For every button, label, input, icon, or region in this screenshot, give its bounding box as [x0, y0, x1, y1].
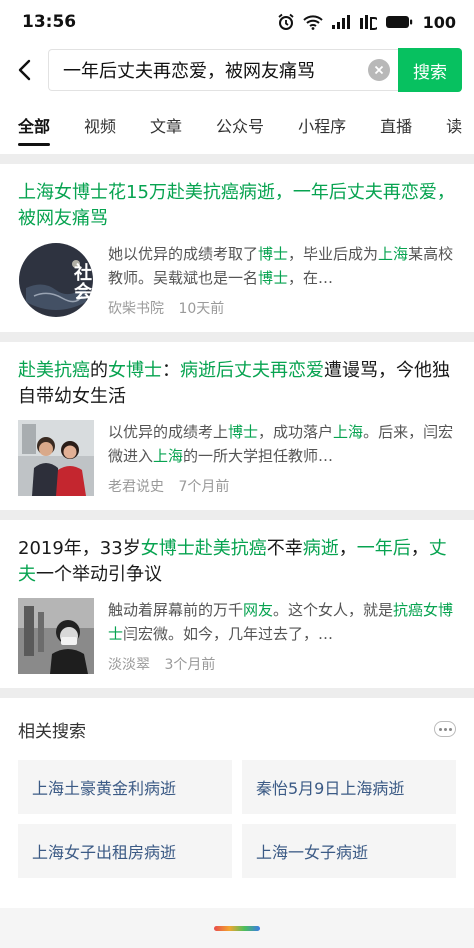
- result-card[interactable]: 赴美抗癌的女博士：病逝后丈夫再恋爱遭谩骂，今他独自带幼女生活 以优异的成绩考上博…: [0, 342, 474, 510]
- title-fragment: 一个举动引争议: [36, 564, 162, 585]
- more-options-icon[interactable]: [434, 721, 456, 737]
- thumbnail-image: [18, 420, 94, 496]
- result-text: 她以优异的成绩考取了博士，毕业后成为上海某高校教师。吴载斌也是一名博士，在… 砍…: [108, 242, 456, 318]
- snippet-fragment: 以优异的成绩考上: [108, 423, 229, 441]
- title-highlight: 病逝后丈夫再恋爱: [180, 360, 324, 381]
- result-title[interactable]: 2019年，33岁女博士赴美抗癌不幸病逝，一年后，丈夫一个举动引争议: [18, 536, 456, 588]
- hd-signal-icon: [359, 14, 377, 30]
- snippet-highlight: 上海: [153, 447, 184, 465]
- cellular-signal-icon: [331, 14, 351, 30]
- result-time: 10天前: [178, 301, 225, 317]
- related-grid: 上海土豪黄金利病逝 秦怡5月9日上海病逝 上海女子出租房病逝 上海一女子病逝: [18, 760, 456, 878]
- tab-reading[interactable]: 读: [446, 96, 462, 154]
- snippet-highlight: 博士: [258, 269, 289, 287]
- system-nav-bar: [0, 908, 474, 948]
- snippet-fragment: 闫宏微。如今，几年过去了，…: [123, 625, 334, 643]
- search-input[interactable]: 一年后丈夫再恋爱，被网友痛骂: [48, 49, 398, 91]
- title-fragment: 上海女博士花15万赴美抗癌病逝，一年后丈夫再恋爱，被网友痛骂: [18, 182, 455, 229]
- status-icons: 100: [277, 13, 456, 32]
- battery-percent: 100: [422, 12, 456, 32]
- snippet-highlight: 博士: [258, 245, 289, 263]
- result-meta: 老君说史 7个月前: [108, 476, 456, 496]
- result-text: 以优异的成绩考上博士，成功落户上海。后来，闫宏微进入上海的一所大学担任教师… 老…: [108, 420, 456, 496]
- title-highlight: 一年后: [356, 538, 411, 559]
- related-title: 相关搜索: [18, 721, 86, 742]
- title-fragment: ：: [162, 360, 180, 381]
- snippet-highlight: 博士: [228, 423, 259, 441]
- snippet-highlight: 网友: [243, 601, 274, 619]
- result-title[interactable]: 上海女博士花15万赴美抗癌病逝，一年后丈夫再恋爱，被网友痛骂: [18, 180, 456, 232]
- related-header: 相关搜索: [18, 712, 456, 746]
- result-meta: 淡淡翠 3个月前: [108, 654, 456, 674]
- status-time: 13:56: [22, 12, 77, 32]
- thumbnail-label: 社会: [71, 263, 92, 301]
- result-source[interactable]: 淡淡翠: [108, 657, 150, 673]
- tab-mini-programs[interactable]: 小程序: [298, 96, 346, 154]
- title-fragment: ，: [338, 538, 357, 559]
- snippet-highlight: 上海: [378, 245, 409, 263]
- result-source[interactable]: 砍柴书院: [108, 301, 164, 317]
- result-time: 7个月前: [178, 479, 230, 495]
- title-fragment: 的: [90, 360, 108, 381]
- snippet-fragment: ，在…: [288, 269, 334, 287]
- tab-all[interactable]: 全部: [18, 96, 51, 154]
- thumbnail-image: [18, 598, 94, 674]
- result-title[interactable]: 赴美抗癌的女博士：病逝后丈夫再恋爱遭谩骂，今他独自带幼女生活: [18, 358, 456, 410]
- result-snippet: 触动着屏幕前的万千网友。这个女人，就是抗癌女博士闫宏微。如今，几年过去了，…: [108, 598, 456, 646]
- snippet-fragment: ，毕业后成为: [288, 245, 379, 263]
- result-thumbnail: [18, 598, 94, 674]
- title-highlight: 女博士赴美抗癌: [140, 538, 267, 559]
- snippet-fragment: 触动着屏幕前的万千: [108, 601, 244, 619]
- search-bar: 一年后丈夫再恋爱，被网友痛骂 搜索: [0, 44, 474, 96]
- snippet-fragment: ，成功落户: [258, 423, 334, 441]
- search-query-text[interactable]: 一年后丈夫再恋爱，被网友痛骂: [63, 57, 368, 83]
- result-snippet: 以优异的成绩考上博士，成功落户上海。后来，闫宏微进入上海的一所大学担任教师…: [108, 420, 456, 468]
- battery-icon: [385, 14, 413, 30]
- back-arrow-icon: [18, 59, 31, 81]
- related-item[interactable]: 秦怡5月9日上海病逝: [242, 760, 456, 814]
- title-fragment: 2019年，33岁: [18, 538, 141, 559]
- related-item[interactable]: 上海女子出租房病逝: [18, 824, 232, 878]
- result-body: 触动着屏幕前的万千网友。这个女人，就是抗癌女博士闫宏微。如今，几年过去了，… 淡…: [18, 598, 456, 674]
- title-fragment: ，: [410, 538, 429, 559]
- title-highlight: 女博士: [108, 360, 162, 381]
- filter-tabs: 全部 视频 文章 公众号 小程序 直播 读: [0, 96, 474, 154]
- clear-search-button[interactable]: [368, 59, 390, 81]
- close-icon: [374, 65, 384, 75]
- related-item[interactable]: 上海一女子病逝: [242, 824, 456, 878]
- title-highlight: 病逝: [302, 538, 339, 559]
- snippet-highlight: 上海: [333, 423, 364, 441]
- title-highlight: 赴美抗癌: [18, 360, 90, 381]
- related-item[interactable]: 上海土豪黄金利病逝: [18, 760, 232, 814]
- result-text: 触动着屏幕前的万千网友。这个女人，就是抗癌女博士闫宏微。如今，几年过去了，… 淡…: [108, 598, 456, 674]
- result-snippet: 她以优异的成绩考取了博士，毕业后成为上海某高校教师。吴载斌也是一名博士，在…: [108, 242, 456, 290]
- result-card[interactable]: 2019年，33岁女博士赴美抗癌不幸病逝，一年后，丈夫一个举动引争议 触动着屏幕…: [0, 520, 474, 688]
- tab-live[interactable]: 直播: [380, 96, 412, 154]
- back-button[interactable]: [12, 50, 36, 90]
- tab-official-accounts[interactable]: 公众号: [216, 96, 264, 154]
- tab-articles[interactable]: 文章: [150, 96, 182, 154]
- tab-video[interactable]: 视频: [84, 96, 116, 154]
- related-searches: 相关搜索 上海土豪黄金利病逝 秦怡5月9日上海病逝 上海女子出租房病逝 上海一女…: [0, 698, 474, 938]
- result-meta: 砍柴书院 10天前: [108, 298, 456, 318]
- result-card[interactable]: 上海女博士花15万赴美抗癌病逝，一年后丈夫再恋爱，被网友痛骂 社会 她以优异的成…: [0, 164, 474, 332]
- result-thumbnail: [18, 420, 94, 496]
- result-body: 社会 她以优异的成绩考取了博士，毕业后成为上海某高校教师。吴载斌也是一名博士，在…: [18, 242, 456, 318]
- snippet-fragment: 。这个女人，就是: [273, 601, 394, 619]
- result-time: 3个月前: [164, 657, 216, 673]
- wifi-icon: [302, 14, 323, 30]
- status-bar: 13:56 100: [0, 0, 474, 44]
- title-fragment: 不幸: [266, 538, 303, 559]
- search-button[interactable]: 搜索: [398, 48, 462, 92]
- result-source[interactable]: 老君说史: [108, 479, 164, 495]
- result-thumbnail: 社会: [18, 242, 94, 318]
- snippet-fragment: 她以优异的成绩考取了: [108, 245, 259, 263]
- alarm-icon: [277, 13, 295, 31]
- result-body: 以优异的成绩考上博士，成功落户上海。后来，闫宏微进入上海的一所大学担任教师… 老…: [18, 420, 456, 496]
- snippet-fragment: 的一所大学担任教师…: [183, 447, 334, 465]
- home-indicator[interactable]: [214, 925, 260, 931]
